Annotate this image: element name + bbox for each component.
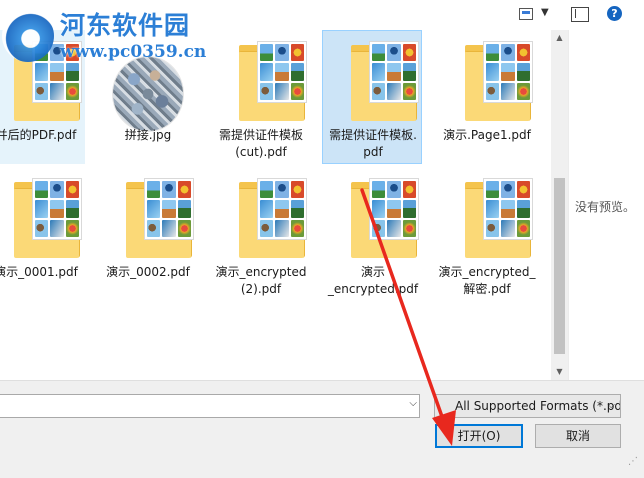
pdf-folder-thumbnail-icon bbox=[211, 174, 311, 262]
pdf-folder-thumbnail-icon bbox=[0, 174, 86, 262]
file-item[interactable]: 演示_encrypted_ 解密.pdf bbox=[436, 167, 536, 301]
file-item[interactable]: 演示_0001.pdf bbox=[0, 167, 85, 301]
file-item[interactable]: 演示_encrypted (2).pdf bbox=[210, 167, 310, 301]
pdf-folder-thumbnail-icon bbox=[211, 37, 311, 125]
chevron-down-icon[interactable]: ▼ bbox=[541, 7, 549, 18]
chevron-down-icon[interactable]: ⌵ bbox=[607, 395, 615, 417]
file-name: 演示_0001.pdf bbox=[0, 265, 78, 279]
file-name: 演示.Page1.pdf bbox=[443, 128, 531, 142]
scroll-down-icon[interactable]: ▼ bbox=[551, 364, 568, 380]
preview-pane-icon[interactable] bbox=[571, 7, 589, 22]
file-name: 并后的PDF.pdf bbox=[0, 128, 77, 142]
file-name: 演示_encrypted_ 解密.pdf bbox=[438, 265, 536, 296]
file-item[interactable]: 演示.Page1.pdf bbox=[436, 30, 536, 164]
file-name: 拼接.jpg bbox=[124, 128, 172, 142]
watermark: 河东软件园 www.pc0359.cn bbox=[2, 4, 206, 66]
pdf-folder-thumbnail-icon bbox=[323, 37, 423, 125]
file-item[interactable]: 演示 _encrypted.pdf bbox=[322, 167, 422, 301]
file-item-selected[interactable]: 需提供证件模板. pdf bbox=[322, 30, 422, 164]
no-preview-text: 没有预览。 bbox=[575, 200, 636, 214]
pdf-folder-thumbnail-icon bbox=[437, 37, 537, 125]
pdf-folder-thumbnail-icon bbox=[437, 174, 537, 262]
file-name: 演示 _encrypted.pdf bbox=[327, 265, 419, 296]
file-type-select[interactable]: All Supported Formats (*.pd ⌵ bbox=[434, 394, 621, 418]
pdf-folder-thumbnail-icon bbox=[98, 174, 198, 262]
scroll-up-icon[interactable]: ▲ bbox=[551, 30, 568, 46]
open-button[interactable]: 打开(O) bbox=[435, 424, 523, 448]
file-name-input[interactable]: ⌵ bbox=[0, 394, 420, 418]
file-name: 需提供证件模板. pdf bbox=[329, 128, 417, 159]
vertical-scrollbar[interactable]: ▲ ▼ bbox=[551, 30, 568, 380]
file-type-value: All Supported Formats (*.pd bbox=[455, 399, 621, 413]
file-item[interactable]: 需提供证件模板 (cut).pdf bbox=[210, 30, 310, 164]
pdf-folder-thumbnail-icon bbox=[323, 174, 423, 262]
watermark-url: www.pc0359.cn bbox=[60, 42, 207, 62]
change-view-icon[interactable] bbox=[519, 8, 533, 20]
file-item[interactable]: 演示_0002.pdf bbox=[97, 167, 197, 301]
help-icon[interactable]: ? bbox=[607, 6, 622, 21]
cancel-button[interactable]: 取消 bbox=[535, 424, 621, 448]
file-name: 需提供证件模板 (cut).pdf bbox=[218, 128, 303, 159]
watermark-logo bbox=[2, 10, 54, 62]
file-list: 并后的PDF.pdf 拼接.jpg 需提供证件模板 (cut).pdf 需提供证… bbox=[0, 30, 551, 380]
scrollbar-thumb[interactable] bbox=[554, 178, 565, 354]
chevron-down-icon[interactable]: ⌵ bbox=[409, 398, 417, 409]
file-name: 演示_0002.pdf bbox=[106, 265, 190, 279]
file-name: 演示_encrypted (2).pdf bbox=[215, 265, 307, 296]
preview-pane: 没有预览。 bbox=[568, 30, 644, 380]
resize-grip-icon[interactable]: ⋰ bbox=[628, 456, 638, 467]
watermark-title: 河东软件园 bbox=[60, 11, 191, 40]
